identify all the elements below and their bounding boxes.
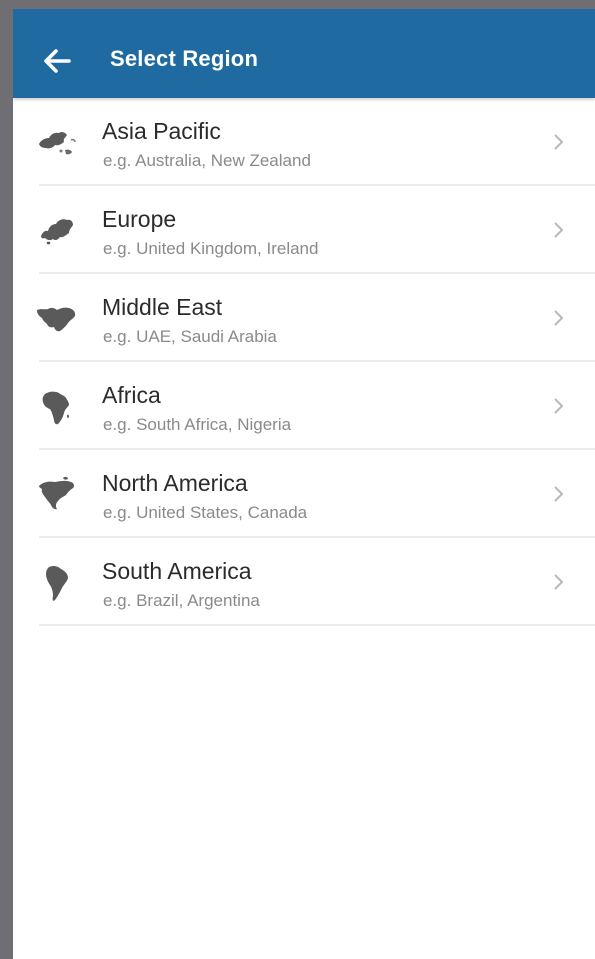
row-divider xyxy=(39,624,595,626)
region-examples: e.g. Brazil, Argentina xyxy=(103,591,260,610)
region-name: South America xyxy=(102,558,252,584)
chevron-right-icon xyxy=(551,484,565,504)
region-examples: e.g. United Kingdom, Ireland xyxy=(103,239,319,258)
asia-pacific-map-icon xyxy=(33,118,81,166)
chevron-right-icon xyxy=(551,396,565,416)
region-examples: e.g. United States, Canada xyxy=(103,503,308,522)
chevron-right-icon xyxy=(551,308,565,328)
region-list: Asia Pacific e.g. Australia, New Zealand… xyxy=(13,98,595,626)
device-frame: Select Region Asia Pacific e.g. Australi… xyxy=(0,0,595,959)
region-name: Africa xyxy=(102,382,161,408)
region-name: Europe xyxy=(102,206,177,232)
arrow-left-icon xyxy=(42,48,72,74)
back-button[interactable] xyxy=(35,39,79,83)
region-item-europe[interactable]: Europe e.g. United Kingdom, Ireland xyxy=(13,186,595,274)
region-item-middle-east[interactable]: Middle East e.g. UAE, Saudi Arabia xyxy=(13,274,595,362)
region-name: Middle East xyxy=(102,294,223,320)
south-america-map-icon xyxy=(33,558,81,606)
africa-map-icon xyxy=(33,382,81,430)
middle-east-map-icon xyxy=(33,294,81,342)
chevron-right-icon xyxy=(551,572,565,592)
region-item-africa[interactable]: Africa e.g. South Africa, Nigeria xyxy=(13,362,595,450)
region-item-asia-pacific[interactable]: Asia Pacific e.g. Australia, New Zealand xyxy=(13,98,595,186)
chevron-right-icon xyxy=(551,220,565,240)
region-item-north-america[interactable]: North America e.g. United States, Canada xyxy=(13,450,595,538)
region-item-south-america[interactable]: South America e.g. Brazil, Argentina xyxy=(13,538,595,626)
region-name: Asia Pacific xyxy=(102,118,221,144)
chevron-right-icon xyxy=(551,132,565,152)
app-screen: Select Region Asia Pacific e.g. Australi… xyxy=(13,9,595,959)
region-examples: e.g. Australia, New Zealand xyxy=(103,151,311,170)
region-examples: e.g. UAE, Saudi Arabia xyxy=(103,327,277,346)
region-examples: e.g. South Africa, Nigeria xyxy=(103,415,292,434)
north-america-map-icon xyxy=(33,470,81,518)
region-name: North America xyxy=(102,470,248,496)
europe-map-icon xyxy=(33,206,81,254)
page-title: Select Region xyxy=(110,46,259,71)
app-bar: Select Region xyxy=(13,9,595,98)
